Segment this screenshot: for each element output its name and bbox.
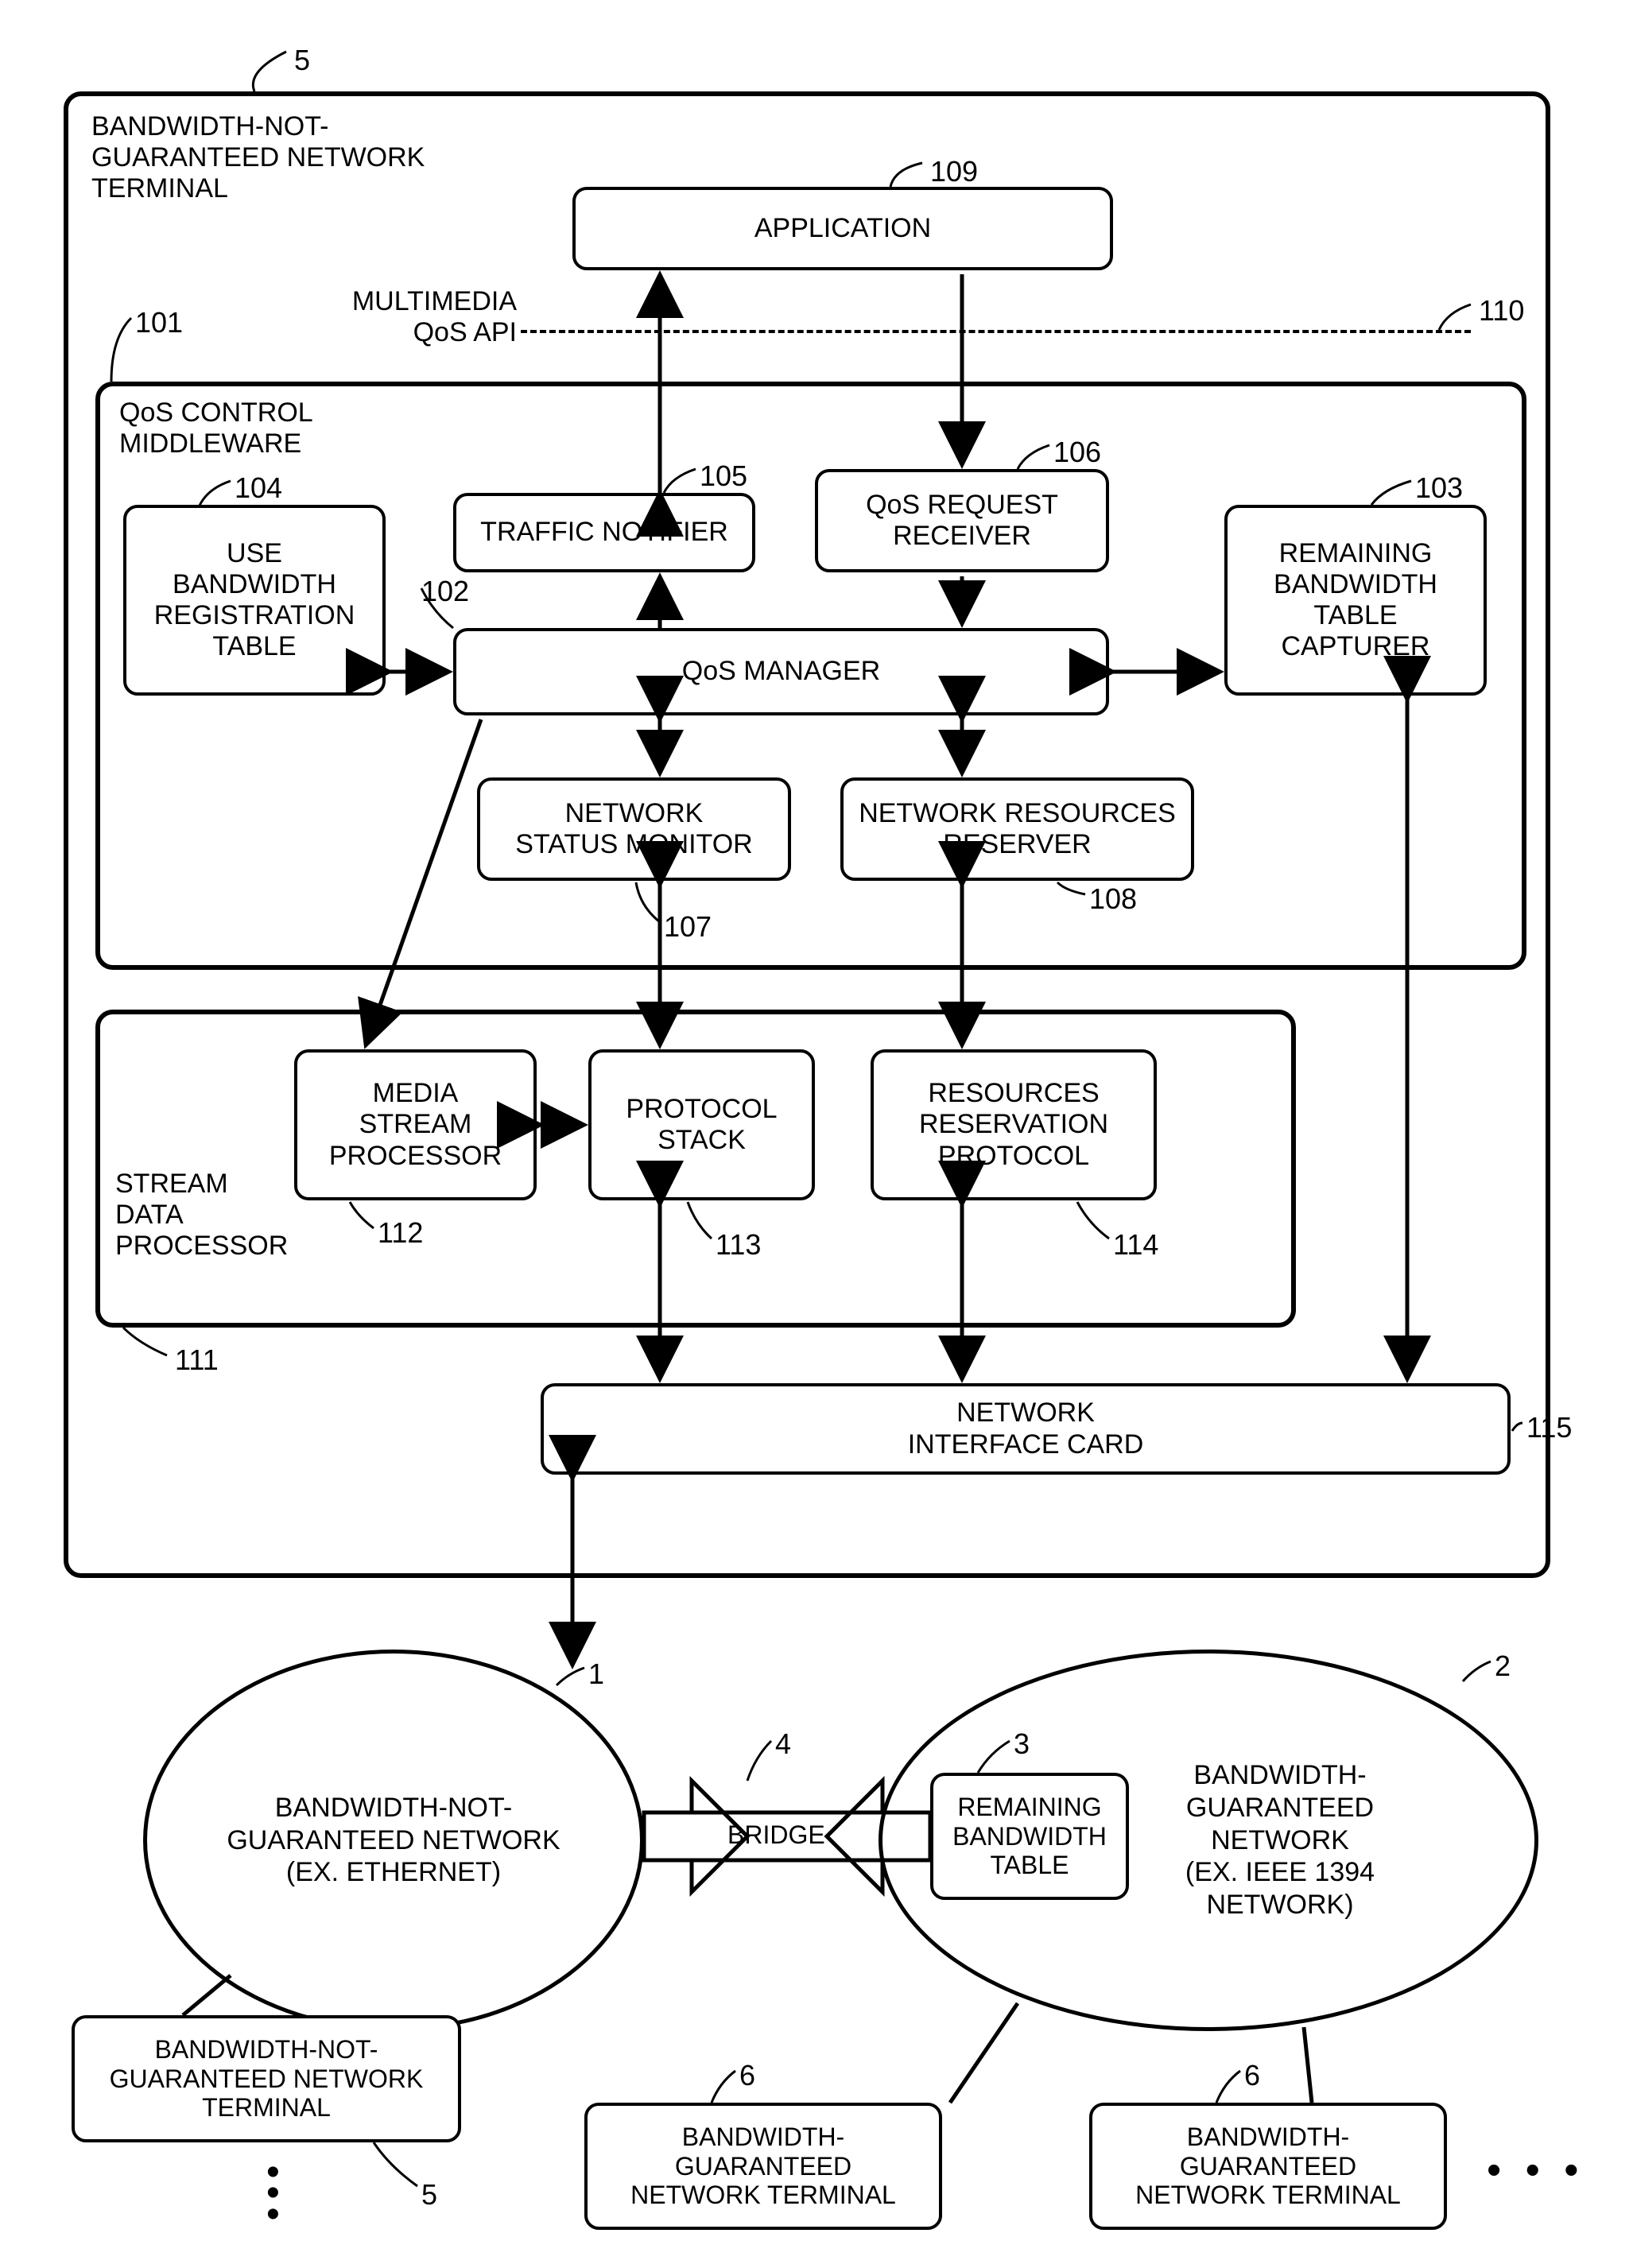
bng-network-ellipse: BANDWIDTH-NOT- GUARANTEED NETWORK (EX. E… (143, 1650, 644, 2031)
remaining-bandwidth-table-label: REMAINING BANDWIDTH TABLE (952, 1793, 1107, 1880)
media-stream-processor-label: MEDIA STREAM PROCESSOR (329, 1078, 502, 1171)
api-dashed-line (521, 330, 1471, 333)
qos-request-receiver-box: QoS REQUEST RECEIVER (815, 469, 1109, 572)
callout-107: 107 (664, 910, 712, 944)
application-label: APPLICATION (754, 213, 931, 244)
callout-5: 5 (294, 44, 310, 77)
callout-6a: 6 (739, 2059, 755, 2092)
callout-104: 104 (235, 471, 282, 505)
bg-terminal-1-label: BANDWIDTH- GUARANTEED NETWORK TERMINAL (630, 2123, 896, 2210)
traffic-notifier-label: TRAFFIC NOTIFIER (480, 517, 728, 548)
callout-112: 112 (378, 1216, 423, 1250)
callout-106: 106 (1053, 436, 1101, 469)
media-stream-processor-box: MEDIA STREAM PROCESSOR (294, 1049, 537, 1200)
qos-manager-box: QoS MANAGER (453, 628, 1109, 715)
network-resources-reserver-label: NETWORK RESOURCES RESERVER (859, 798, 1176, 860)
outer-terminal-label: BANDWIDTH-NOT- GUARANTEED NETWORK TERMIN… (91, 111, 425, 204)
remaining-bandwidth-table-box: REMAINING BANDWIDTH TABLE (930, 1773, 1129, 1900)
callout-101: 101 (135, 306, 183, 339)
protocol-stack-box: PROTOCOL STACK (588, 1049, 815, 1200)
nic-box: NETWORK INTERFACE CARD (541, 1383, 1511, 1475)
callout-102: 102 (421, 575, 469, 608)
network-resources-reserver-box: NETWORK RESOURCES RESERVER (840, 777, 1194, 881)
bridge-label: BRIDGE (727, 1820, 825, 1850)
protocol-stack-label: PROTOCOL STACK (626, 1094, 777, 1156)
bg-terminal-2-box: BANDWIDTH- GUARANTEED NETWORK TERMINAL (1089, 2103, 1447, 2230)
callout-113: 113 (716, 1228, 761, 1262)
bng-terminal-label: BANDWIDTH-NOT- GUARANTEED NETWORK TERMIN… (110, 2035, 424, 2123)
callout-1: 1 (588, 1657, 604, 1691)
callout-110: 110 (1479, 294, 1524, 328)
traffic-notifier-box: TRAFFIC NOTIFIER (453, 493, 755, 572)
callout-2: 2 (1495, 1650, 1511, 1683)
callout-114: 114 (1113, 1228, 1158, 1262)
callout-111: 111 (175, 1343, 219, 1377)
callout-105: 105 (700, 459, 747, 493)
callout-108: 108 (1089, 882, 1137, 916)
stream-data-processor-label: STREAM DATA PROCESSOR (115, 1169, 288, 1262)
callout-6b: 6 (1244, 2059, 1260, 2092)
middleware-label: QoS CONTROL MIDDLEWARE (119, 397, 313, 459)
horizontal-dots-icon: • • • (1487, 2146, 1585, 2194)
remaining-capturer-label: REMAINING BANDWIDTH TABLE CAPTURER (1274, 538, 1437, 662)
callout-4: 4 (775, 1727, 791, 1761)
callout-109: 109 (930, 155, 978, 188)
bng-terminal-box: BANDWIDTH-NOT- GUARANTEED NETWORK TERMIN… (72, 2015, 461, 2142)
qos-manager-label: QoS MANAGER (682, 656, 880, 687)
network-status-monitor-label: NETWORK STATUS MONITOR (515, 798, 752, 860)
callout-3: 3 (1014, 1727, 1030, 1761)
application-box: APPLICATION (572, 187, 1113, 270)
use-bandwidth-label: USE BANDWIDTH REGISTRATION TABLE (154, 538, 355, 662)
nic-label: NETWORK INTERFACE CARD (908, 1398, 1144, 1460)
remaining-capturer-box: REMAINING BANDWIDTH TABLE CAPTURER (1224, 505, 1487, 696)
bg-network-label: BANDWIDTH- GUARANTEED NETWORK (EX. IEEE … (1185, 1759, 1375, 1921)
callout-5b: 5 (421, 2178, 437, 2212)
use-bandwidth-box: USE BANDWIDTH REGISTRATION TABLE (123, 505, 386, 696)
api-label: MULTIMEDIA QoS API (278, 286, 517, 348)
bg-terminal-1-box: BANDWIDTH- GUARANTEED NETWORK TERMINAL (584, 2103, 942, 2230)
bng-network-label: BANDWIDTH-NOT- GUARANTEED NETWORK (EX. E… (227, 1792, 560, 1889)
bg-terminal-2-label: BANDWIDTH- GUARANTEED NETWORK TERMINAL (1135, 2123, 1401, 2210)
resources-reservation-protocol-box: RESOURCES RESERVATION PROTOCOL (871, 1049, 1157, 1200)
callout-103: 103 (1415, 471, 1463, 505)
callout-115: 115 (1526, 1411, 1572, 1444)
qos-request-receiver-label: QoS REQUEST RECEIVER (866, 490, 1058, 552)
vertical-dots-icon: ••• (266, 2162, 280, 2225)
network-status-monitor-box: NETWORK STATUS MONITOR (477, 777, 791, 881)
resources-reservation-protocol-label: RESOURCES RESERVATION PROTOCOL (919, 1078, 1108, 1171)
